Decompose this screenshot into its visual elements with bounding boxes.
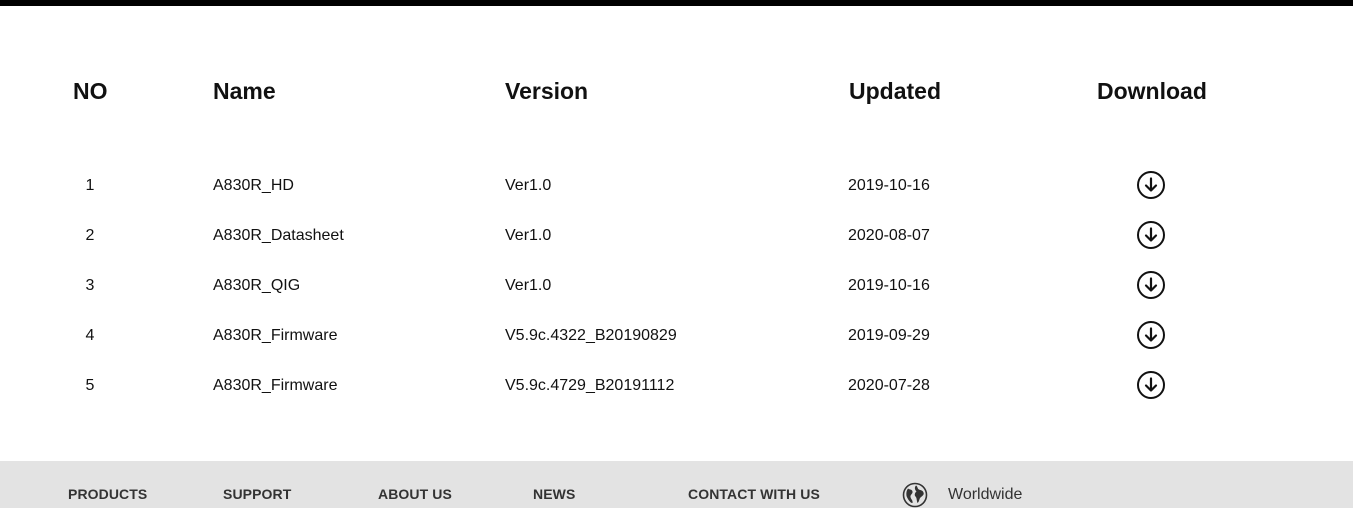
download-circle-icon <box>1137 271 1165 299</box>
row-name: A830R_HD <box>213 177 294 194</box>
download-button[interactable] <box>1137 371 1165 399</box>
download-button[interactable] <box>1137 271 1165 299</box>
row-version: Ver1.0 <box>505 177 552 194</box>
row-name: A830R_Datasheet <box>213 227 344 244</box>
row-name: A830R_Firmware <box>213 377 338 394</box>
row-updated: 2020-07-28 <box>848 377 930 394</box>
download-circle-icon <box>1137 221 1165 249</box>
header-no: NO <box>73 78 108 104</box>
download-button[interactable] <box>1137 221 1165 249</box>
row-version: Ver1.0 <box>505 277 552 294</box>
region-selector[interactable]: Worldwide <box>948 486 1022 504</box>
download-circle-icon <box>1137 321 1165 349</box>
header-updated: Updated <box>849 78 941 104</box>
row-updated: 2019-10-16 <box>848 277 930 294</box>
footer-link-support[interactable]: SUPPORT <box>223 486 291 502</box>
download-circle-icon <box>1137 171 1165 199</box>
row-version: Ver1.0 <box>505 227 552 244</box>
footer-link-products[interactable]: PRODUCTS <box>68 486 147 502</box>
download-button[interactable] <box>1137 321 1165 349</box>
footer-link-news[interactable]: NEWS <box>533 486 575 502</box>
row-updated: 2019-10-16 <box>848 177 930 194</box>
row-version: V5.9c.4729_B20191112 <box>505 377 675 394</box>
site-footer: PRODUCTS SUPPORT ABOUT US NEWS CONTACT W… <box>0 461 1353 508</box>
row-version: V5.9c.4322_B20190829 <box>505 327 677 344</box>
row-no: 3 <box>85 277 95 294</box>
row-no: 5 <box>85 377 95 394</box>
header-version: Version <box>505 78 589 104</box>
globe-icon[interactable] <box>902 482 928 508</box>
row-updated: 2019-09-29 <box>848 327 930 344</box>
row-no: 2 <box>85 227 95 244</box>
row-name: A830R_Firmware <box>213 327 338 344</box>
row-updated: 2020-08-07 <box>848 227 930 244</box>
download-button[interactable] <box>1137 171 1165 199</box>
row-name: A830R_QIG <box>213 277 301 294</box>
header-download: Download <box>1097 78 1207 104</box>
header-name: Name <box>213 78 276 104</box>
download-circle-icon <box>1137 371 1165 399</box>
row-no: 1 <box>85 177 95 194</box>
footer-link-contact[interactable]: CONTACT WITH US <box>688 486 820 502</box>
row-no: 4 <box>85 327 95 344</box>
footer-link-about-us[interactable]: ABOUT US <box>378 486 452 502</box>
downloads-table: NO Name Version Updated Download 1 A830R… <box>0 0 1353 460</box>
